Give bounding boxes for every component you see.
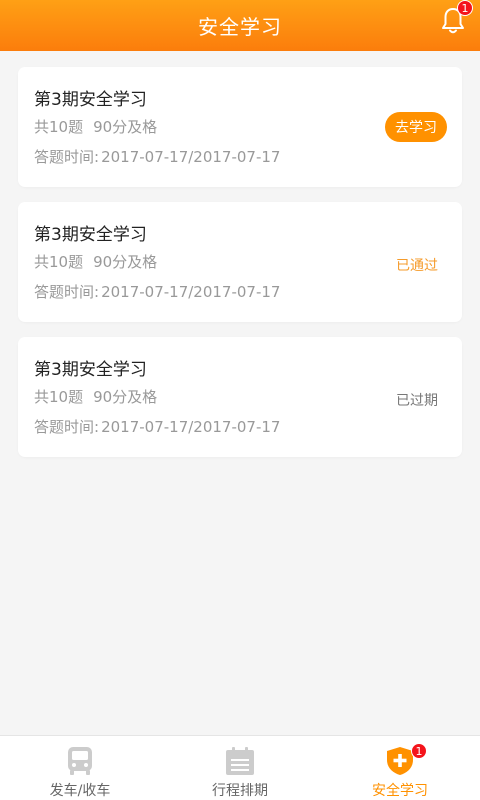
status-passed: 已通过: [396, 258, 438, 274]
card-title: 第3期安全学习: [34, 90, 147, 110]
pass-score: 90分及格: [93, 388, 158, 406]
tab-label: 行程排期: [212, 783, 268, 799]
study-card[interactable]: 第3期安全学习 共10题 90分及格 答题时间: 2017-07-17/2017-0…: [18, 67, 462, 187]
study-card[interactable]: 第3期安全学习 共10题 90分及格 答题时间: 2017-07-17/2017-0…: [18, 337, 462, 457]
notification-button[interactable]: 1: [440, 0, 473, 36]
time-range: 2017-07-17/2017-07-17: [101, 418, 281, 436]
notification-badge: 1: [457, 0, 473, 16]
calendar-icon: [226, 747, 254, 775]
time-label: 答题时间:: [34, 418, 100, 436]
time-label: 答题时间:: [34, 283, 100, 301]
tab-label: 发车/收车: [49, 783, 111, 799]
card-meta: 共10题 90分及格: [34, 386, 157, 407]
status-expired: 已过期: [396, 393, 438, 409]
tab-badge: 1: [411, 743, 427, 759]
card-title: 第3期安全学习: [34, 225, 147, 245]
card-time: 答题时间: 2017-07-17/2017-07-17: [34, 416, 280, 437]
page-title: 安全学习: [198, 15, 282, 39]
tab-safety-study[interactable]: 1 安全学习: [320, 736, 480, 800]
card-meta: 共10题 90分及格: [34, 251, 157, 272]
card-meta: 共10题 90分及格: [34, 116, 157, 137]
tab-schedule[interactable]: 行程排期: [160, 736, 320, 800]
question-count: 共10题: [34, 118, 84, 136]
question-count: 共10题: [34, 253, 84, 271]
app-header: 安全学习 1: [0, 0, 480, 51]
question-count: 共10题: [34, 388, 84, 406]
study-card[interactable]: 第3期安全学习 共10题 90分及格 答题时间: 2017-07-17/2017-0…: [18, 202, 462, 322]
card-time: 答题时间: 2017-07-17/2017-07-17: [34, 146, 280, 167]
pass-score: 90分及格: [93, 118, 158, 136]
bottom-tab-bar: 发车/收车 行程排期 1 安全学习: [0, 735, 480, 800]
card-title: 第3期安全学习: [34, 360, 147, 380]
bus-icon: [68, 747, 92, 775]
time-range: 2017-07-17/2017-07-17: [101, 283, 281, 301]
card-time: 答题时间: 2017-07-17/2017-07-17: [34, 281, 280, 302]
time-label: 答题时间:: [34, 148, 100, 166]
tab-depart-return[interactable]: 发车/收车: [0, 736, 160, 800]
start-study-button[interactable]: 去学习: [385, 112, 447, 142]
pass-score: 90分及格: [93, 253, 158, 271]
tab-label: 安全学习: [372, 783, 428, 799]
time-range: 2017-07-17/2017-07-17: [101, 148, 281, 166]
